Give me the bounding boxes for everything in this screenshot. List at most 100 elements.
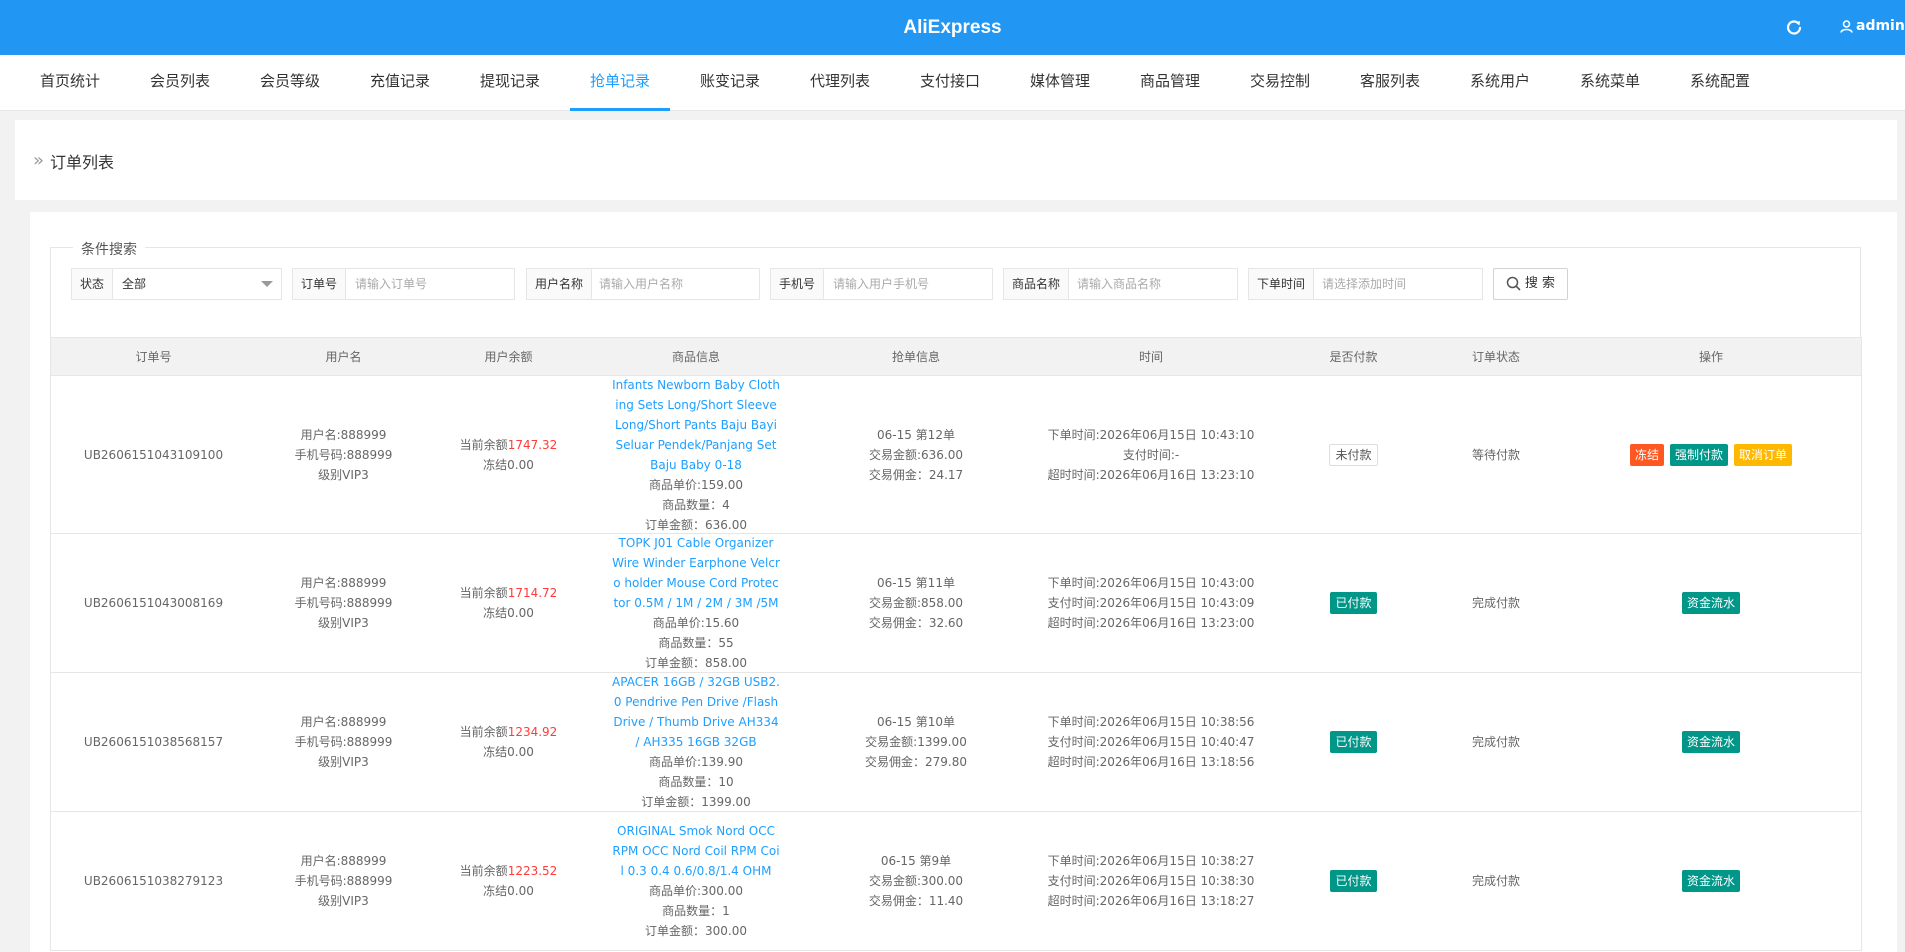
phone-label: 手机号 — [771, 269, 825, 299]
order-time-input[interactable]: 请选择添加时间 — [1313, 269, 1482, 299]
goods-detail-line: 商品单价:159.00 — [648, 477, 744, 492]
cancel-order-button[interactable]: 取消订单 — [1734, 443, 1793, 466]
user-info-line: 级别VIP3 — [318, 616, 369, 630]
fund-flow-button[interactable]: 资金流水 — [1681, 592, 1740, 614]
tab-system-users[interactable]: 系统用户 — [1458, 55, 1542, 111]
goods-detail-line: 商品单价:15.60 — [652, 616, 740, 630]
time-cell: 下单时间:2026年06月15日 10:43:10 支付时间:- 超时时间:2026… — [1026, 376, 1276, 533]
order-status-cell: 等待付款 — [1431, 376, 1561, 533]
frozen-amount: 冻结0.00 — [483, 884, 534, 898]
balance-prefix: 当前余额 — [459, 725, 508, 739]
paid-cell: 已付款 — [1276, 812, 1431, 950]
top-bar: AliExpress admin — [0, 0, 1905, 55]
table-row: UB2606151038568157 用户名:888999 手机号码:888999 级… — [51, 673, 1861, 812]
tab-payment[interactable]: 支付接口 — [908, 55, 992, 111]
goods-name-link[interactable]: Infants Newborn Baby Clothing Sets Long/… — [611, 375, 781, 475]
balance-line: 当前余额1747.32 — [460, 435, 558, 455]
orders-table: 订单号 用户名 用户余额 商品信息 抢单信息 时间 是否付款 订单状态 操作 U… — [50, 337, 1862, 951]
paid-cell: 未付款 — [1276, 376, 1431, 533]
user-cell: 用户名:888999 手机号码:888999 级别VIP3 — [256, 376, 431, 533]
goods-name-field[interactable]: 商品名称 请输入商品名称 — [1003, 268, 1238, 300]
balance-prefix: 当前余额 — [459, 586, 508, 600]
goods-name-link[interactable]: TOPK J01 Cable Organizer Wire Winder Ear… — [611, 533, 781, 613]
tab-agents[interactable]: 代理列表 — [798, 55, 882, 111]
grab-info-line: 交易佣金：279.80 — [865, 755, 967, 769]
goods-detail-line: 商品数量：1 — [662, 904, 730, 918]
time-line: 下单时间:2026年06月15日 10:43:00 — [1047, 576, 1255, 590]
user-info-line: 级别VIP3 — [318, 894, 369, 908]
fund-flow-button[interactable]: 资金流水 — [1681, 870, 1740, 892]
col-balance: 用户余额 — [484, 350, 533, 364]
goods-detail-line: 订单金额：636.00 — [645, 517, 747, 532]
time-line: 支付时间:2026年06月15日 10:43:09 — [1047, 596, 1255, 610]
tab-goods[interactable]: 商品管理 — [1128, 55, 1212, 111]
tab-recharge[interactable]: 充值记录 — [358, 55, 442, 111]
search-legend: 条件搜索 — [73, 239, 145, 259]
balance-value: 1714.72 — [507, 586, 558, 600]
goods-name-link[interactable]: ORIGINAL Smok Nord OCC RPM OCC Nord Coil… — [611, 821, 781, 881]
user-menu[interactable]: admin — [1840, 0, 1905, 55]
username-input[interactable]: 请输入用户名称 — [590, 269, 759, 299]
order-number: UB2606151043008169 — [83, 596, 224, 610]
order-number: UB2606151038568157 — [83, 735, 224, 749]
tab-member-list[interactable]: 会员列表 — [138, 55, 222, 111]
goods-info-cell: Infants Newborn Baby Clothing Sets Long/… — [586, 376, 806, 533]
tab-media[interactable]: 媒体管理 — [1018, 55, 1102, 111]
chevron-down-icon — [261, 281, 273, 287]
balance-cell: 当前余额1714.72 冻结0.00 — [431, 534, 586, 672]
goods-name-link[interactable]: APACER 16GB / 32GB USB2.0 Pendrive Pen D… — [611, 672, 781, 752]
search-button[interactable]: 搜 索 — [1493, 268, 1568, 300]
username-label: 用户名称 — [527, 269, 593, 299]
goods-info-cell: TOPK J01 Cable Organizer Wire Winder Ear… — [586, 534, 806, 672]
time-line: 超时时间:2026年06月16日 13:23:10 — [1047, 467, 1255, 482]
tab-system-config[interactable]: 系统配置 — [1678, 55, 1762, 111]
col-order-status: 订单状态 — [1471, 350, 1520, 364]
freeze-button[interactable]: 冻结 — [1629, 443, 1664, 466]
tab-account-changes[interactable]: 账变记录 — [688, 55, 772, 111]
search-icon — [1506, 276, 1521, 291]
balance-value: 1747.32 — [507, 437, 558, 452]
refresh-icon[interactable] — [1783, 16, 1805, 38]
balance-cell: 当前余额1747.32 冻结0.00 — [431, 376, 586, 533]
order-number-cell: UB2606151038279123 — [51, 812, 256, 950]
order-number-field[interactable]: 订单号 请输入订单号 — [292, 268, 515, 300]
time-line: 超时时间:2026年06月16日 13:18:56 — [1047, 755, 1255, 769]
table-body: UB2606151043109100 用户名:888999 手机号码:888999 级… — [51, 376, 1861, 951]
status-select[interactable]: 状态 全部 — [71, 268, 282, 300]
user-info-line: 级别VIP3 — [318, 755, 369, 769]
col-order-no: 订单号 — [135, 350, 172, 364]
balance-prefix: 当前余额 — [459, 864, 508, 878]
tab-member-level[interactable]: 会员等级 — [248, 55, 332, 111]
grab-info-cell: 06-15 第12单 交易金额:636.00 交易佣金：24.17 — [806, 376, 1026, 533]
tab-withdraw[interactable]: 提现记录 — [468, 55, 552, 111]
user-info-line: 手机号码:888999 — [294, 447, 393, 462]
tab-grab-records[interactable]: 抢单记录 — [570, 55, 670, 111]
actions-cell: 冻结 强制付款 取消订单 — [1561, 376, 1861, 533]
table-row: UB2606151043008169 用户名:888999 手机号码:888999 级… — [51, 534, 1861, 673]
status-label: 状态 — [72, 269, 114, 299]
user-info-line: 手机号码:888999 — [294, 596, 393, 610]
order-status: 等待付款 — [1471, 447, 1520, 462]
username-field[interactable]: 用户名称 请输入用户名称 — [526, 268, 760, 300]
tab-trade-control[interactable]: 交易控制 — [1238, 55, 1322, 111]
force-pay-button[interactable]: 强制付款 — [1669, 443, 1728, 466]
goods-name-input[interactable]: 请输入商品名称 — [1068, 269, 1237, 299]
order-number-input[interactable]: 请输入订单号 — [346, 269, 514, 299]
grab-info-line: 交易金额:858.00 — [868, 596, 964, 610]
fund-flow-button[interactable]: 资金流水 — [1681, 731, 1740, 753]
phone-input[interactable]: 请输入用户手机号 — [824, 269, 992, 299]
actions-cell: 资金流水 — [1561, 812, 1861, 950]
order-number: UB2606151038279123 — [83, 874, 224, 888]
user-info-line: 用户名:888999 — [300, 576, 387, 590]
phone-field[interactable]: 手机号 请输入用户手机号 — [770, 268, 993, 300]
order-number-cell: UB2606151043109100 — [51, 376, 256, 533]
tab-system-menu[interactable]: 系统菜单 — [1568, 55, 1652, 111]
balance-value: 1223.52 — [507, 864, 558, 878]
tab-customer-service[interactable]: 客服列表 — [1348, 55, 1432, 111]
tab-home-stats[interactable]: 首页统计 — [28, 55, 112, 111]
goods-name-label: 商品名称 — [1004, 269, 1070, 299]
user-icon — [1840, 19, 1853, 33]
grab-info-line: 交易佣金：24.17 — [868, 467, 964, 482]
order-time-field[interactable]: 下单时间 请选择添加时间 — [1248, 268, 1483, 300]
balance-line: 当前余额1223.52 — [460, 861, 558, 881]
